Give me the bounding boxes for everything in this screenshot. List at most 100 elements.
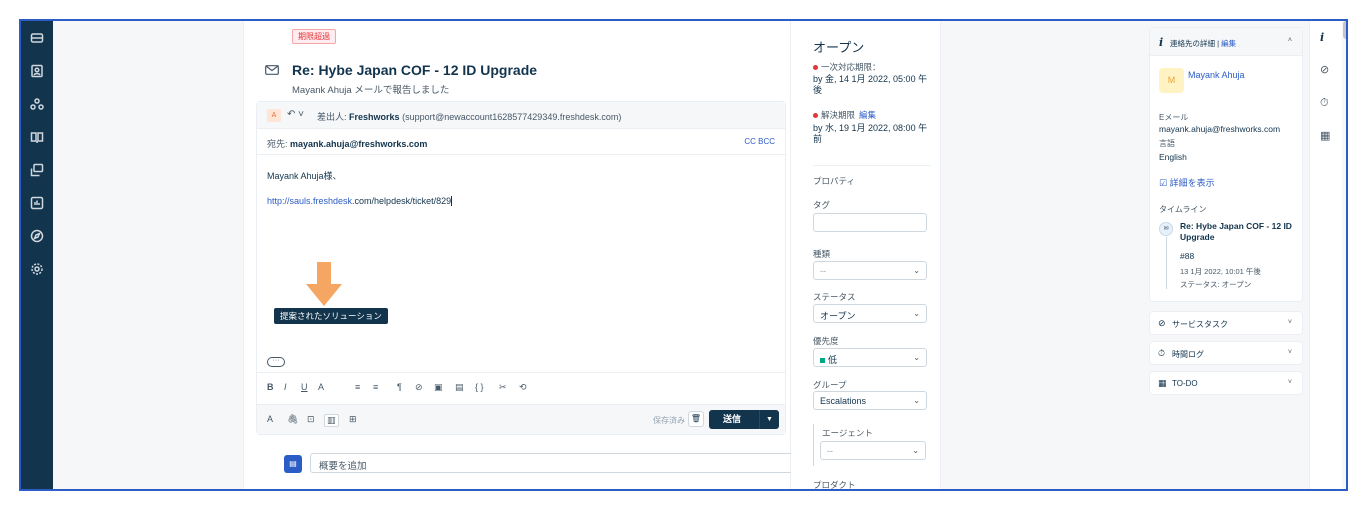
send-label: 送信 <box>723 414 742 424</box>
link-icon[interactable]: ⊘ <box>415 382 423 393</box>
canned-response-icon[interactable]: ⊡ <box>307 414 315 425</box>
bullet-list-icon[interactable]: ≡ <box>355 382 360 392</box>
groups-icon[interactable] <box>29 97 45 113</box>
agent-select[interactable]: -- ⌄ <box>820 441 926 460</box>
timer-icon[interactable]: ⏱ <box>1320 97 1329 110</box>
timeline-date: 13 1月 2022, 10:01 午後 <box>1180 267 1261 276</box>
service-task-icon: ⊘ <box>1158 318 1166 328</box>
from-name: Freshworks <box>349 112 400 122</box>
copy-icon[interactable] <box>29 163 45 179</box>
timeline-number: #88 <box>1180 251 1195 261</box>
resolution-edit-link[interactable]: 編集 <box>859 110 876 120</box>
trash-icon[interactable]: 🗑 <box>688 411 704 427</box>
from-email: (support@newaccount1628577429349.freshde… <box>402 112 622 122</box>
font-color-icon[interactable]: A <box>318 382 324 392</box>
compass-icon[interactable]: ⊘ <box>1320 63 1329 76</box>
body-greeting[interactable]: Mayank Ahuja様、 <box>267 169 342 182</box>
red-dot-icon <box>813 113 818 119</box>
info-icon[interactable]: i <box>1320 31 1324 44</box>
right-icon-sidebar: i ⊘ ⏱ ▦ <box>1309 21 1342 489</box>
timeline-status: ステータス: オープン <box>1180 280 1252 289</box>
reports-icon[interactable] <box>29 196 45 212</box>
status-label: ステータス <box>813 292 856 302</box>
contact-panel: i 連絡先の詳細 | 編集 ˄ M Mayank Ahuja Eメール maya… <box>1149 27 1303 327</box>
attachment-icon[interactable]: 🖇 <box>287 414 298 425</box>
divider <box>813 165 931 166</box>
info-icon: i <box>1159 36 1164 49</box>
to-email: mayank.ahuja@freshworks.com <box>290 139 428 149</box>
reply-actions-bar: A 🖇 ⊡ ▥ ⊞ 保存済み 🗑 送信 ▼ <box>257 404 785 434</box>
page-scrollbar[interactable] <box>1342 21 1346 489</box>
email-value: mayank.ahuja@freshworks.com <box>1159 124 1281 134</box>
properties-title: プロパティ <box>813 176 855 186</box>
email-icon: ✉ <box>1159 222 1173 236</box>
paragraph-icon[interactable]: ¶ <box>397 382 402 392</box>
more-options-icon[interactable]: ··· <box>267 357 285 367</box>
contact-card-header[interactable]: i 連絡先の詳細 | 編集 ˄ <box>1150 28 1302 56</box>
cc-bcc-link[interactable]: CC BCC <box>744 137 775 146</box>
contact-name[interactable]: Mayank Ahuja <box>1188 70 1245 80</box>
body-link[interactable]: http://sauls.freshdesk.com/helpdesk/tick… <box>267 196 455 206</box>
table-icon[interactable]: ▤ <box>455 382 464 393</box>
link-path[interactable]: .com/helpdesk/ticket/829 <box>352 196 451 206</box>
send-button[interactable]: 送信 ▼ <box>709 410 779 429</box>
type-select[interactable]: -- ⌄ <box>813 261 927 280</box>
status-select[interactable]: オープン ⌄ <box>813 304 927 323</box>
suggested-solutions-icon[interactable]: ▥ <box>324 414 339 427</box>
from-label: 差出人: <box>317 112 347 122</box>
format-toolbar: B I U A ≡ ≡ ¶ ⊘ ▣ ▤ { } ✂ ⟲ <box>257 372 785 400</box>
chevron-up-icon[interactable]: ˄ <box>1288 37 1292 44</box>
reply-header: A ↶ ˅ 差出人: Freshworks (support@newaccoun… <box>257 102 785 129</box>
to-label: 宛先: <box>267 139 288 149</box>
email-label: Eメール <box>1159 113 1189 122</box>
contact-header-title: 連絡先の詳細 | 編集 <box>1170 39 1237 48</box>
undo-icon[interactable]: ⟲ <box>519 382 527 393</box>
app-frame: 期限超過 Re: Hybe Japan COF - 12 ID Upgrade … <box>19 19 1348 491</box>
code-icon[interactable]: { } <box>475 382 484 392</box>
template-icon[interactable]: ⊞ <box>349 414 357 425</box>
number-list-icon[interactable]: ≡ <box>373 382 378 392</box>
compass-icon[interactable] <box>29 229 45 245</box>
send-options-icon[interactable]: ▼ <box>759 410 779 429</box>
contact-card: i 連絡先の詳細 | 編集 ˄ M Mayank Ahuja Eメール maya… <box>1149 27 1303 302</box>
scrollbar-thumb[interactable] <box>1343 21 1346 39</box>
email-icon <box>265 65 279 75</box>
chevron-down-icon: ⌄ <box>913 353 920 362</box>
timeline-subject[interactable]: Re: Hybe Japan COF - 12 ID Upgrade <box>1180 221 1298 243</box>
priority-label: 優先度 <box>813 336 839 346</box>
to-field[interactable]: 宛先: mayank.ahuja@freshworks.com <box>267 137 427 150</box>
bold-icon[interactable]: B <box>267 382 274 392</box>
product-label: プロダクト <box>813 480 856 490</box>
text-format-icon[interactable]: A <box>267 414 273 424</box>
calendar-icon[interactable]: ▦ <box>1320 129 1330 142</box>
settings-icon[interactable] <box>29 262 45 278</box>
clear-format-icon[interactable]: ✂ <box>499 382 507 393</box>
tag-input[interactable] <box>813 213 927 232</box>
saved-status: 保存済み <box>653 416 685 425</box>
resolution-label: 解決期限 編集 <box>813 109 876 121</box>
contact-edit-link[interactable]: 編集 <box>1221 39 1236 48</box>
accordion-time-log[interactable]: ⏱ 時間ログ ˅ <box>1149 341 1303 365</box>
italic-icon[interactable]: I <box>284 382 287 392</box>
underline-icon[interactable]: U <box>301 382 308 392</box>
image-icon[interactable]: ▣ <box>434 382 443 393</box>
inbox-icon[interactable] <box>29 31 45 47</box>
group-label: グループ <box>813 380 847 390</box>
accordion-service-tasks[interactable]: ⊘ サービスタスク ˅ <box>1149 311 1303 335</box>
properties-scrollbar[interactable] <box>941 21 947 489</box>
sender-avatar: A <box>267 109 281 122</box>
reply-type-icon[interactable]: ↶ ˅ <box>287 109 304 120</box>
view-details-link[interactable]: ☑ 詳細を表示 <box>1159 176 1215 189</box>
summary-input[interactable]: 概要を追加 <box>310 453 802 473</box>
reported-by: Mayank Ahuja メールで報告しました <box>292 85 450 96</box>
contacts-icon[interactable] <box>29 64 45 80</box>
group-select[interactable]: Escalations ⌄ <box>813 391 927 410</box>
priority-low-icon <box>820 358 825 364</box>
chevron-down-icon: ⌄ <box>913 266 920 275</box>
accordion-todo[interactable]: ▦ TO-DO ˅ <box>1149 371 1303 395</box>
first-response-value: by 金, 14 1月 2022, 05:00 午後 <box>813 74 928 95</box>
book-icon[interactable] <box>29 130 45 146</box>
priority-select[interactable]: 低 ⌄ <box>813 348 927 367</box>
timer-icon: ⏱ <box>1158 348 1166 358</box>
link-host[interactable]: http://sauls.freshdesk <box>267 196 352 206</box>
